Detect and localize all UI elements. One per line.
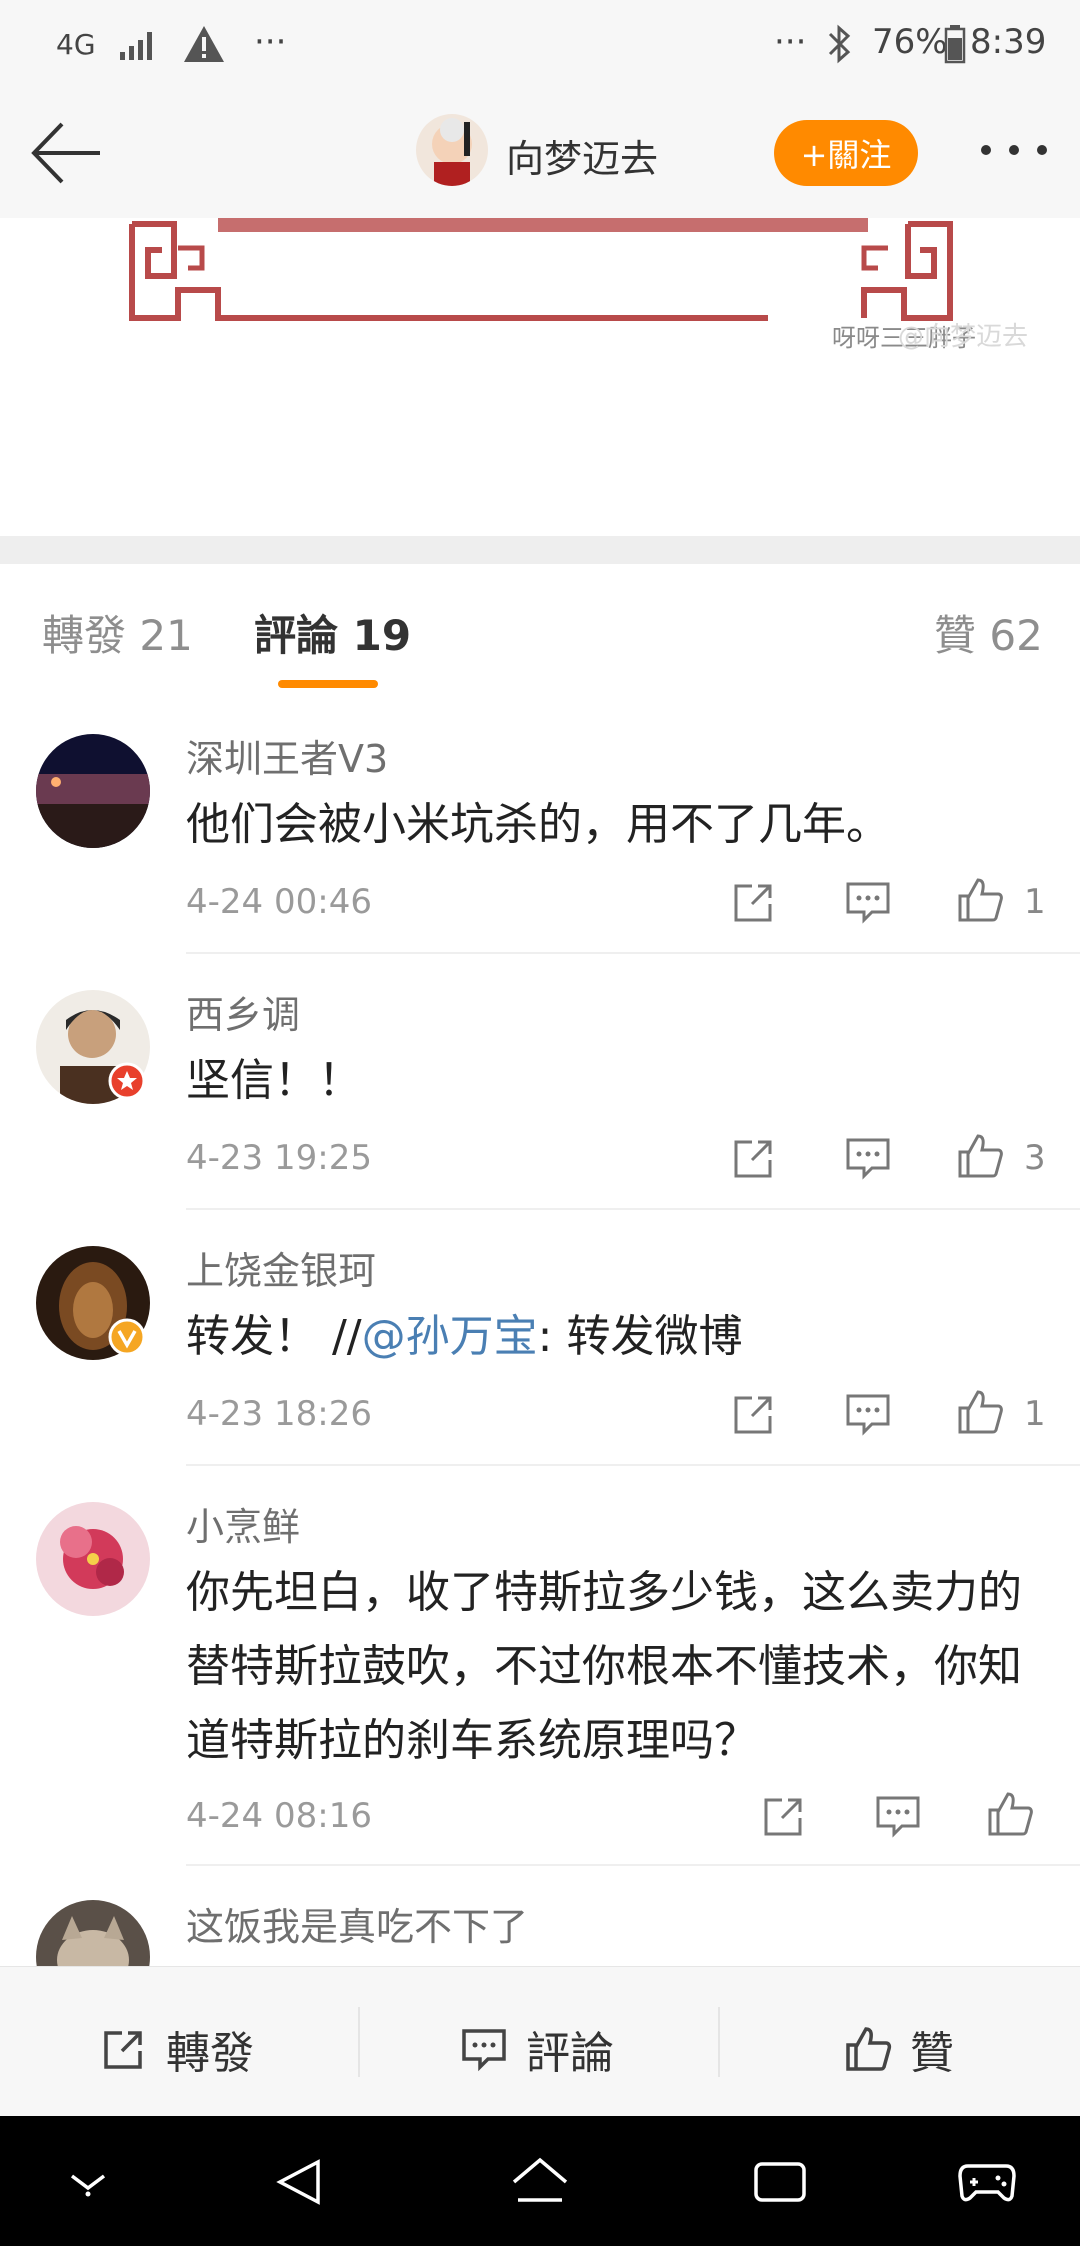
commenter-name[interactable]: 西乡调 (186, 984, 300, 1039)
decorative-border-image (128, 218, 954, 321)
bluetooth-icon (828, 24, 851, 64)
author-name[interactable]: 向梦迈去 (506, 128, 658, 183)
comment-time: 4-24 00:46 (186, 882, 372, 922)
reply-icon[interactable] (844, 1134, 892, 1182)
follow-button[interactable]: +關注 (774, 120, 918, 186)
thumbs-up-icon[interactable] (956, 876, 1004, 924)
thumbs-up-icon (846, 2027, 892, 2071)
status-bar: 4G ··· ··· 76% 8:39 (0, 0, 1080, 90)
commenter-avatar[interactable] (36, 1900, 150, 1966)
commenter-avatar[interactable] (36, 734, 150, 848)
battery-icon (944, 25, 966, 64)
back-nav-icon[interactable] (274, 2156, 326, 2208)
bottom-action-bar: 轉發 評論 贊 (0, 1966, 1080, 2117)
tab-comments[interactable]: 評論 19 (254, 602, 411, 663)
status-more-left: ··· (254, 22, 287, 62)
reply-icon[interactable] (844, 878, 892, 926)
comment-time: 4-23 19:25 (186, 1138, 372, 1178)
repost-label: 轉發 (166, 2028, 254, 2079)
repost-icon[interactable] (730, 1390, 778, 1438)
feedback-tabs: 轉發 21 評論 19 贊 62 (0, 564, 1080, 699)
like-count: 1 (1024, 1394, 1046, 1434)
like-count: 1 (1024, 882, 1046, 922)
status-more-right: ··· (774, 22, 807, 62)
top-navigation-bar: 向梦迈去 +關注 (0, 90, 1080, 219)
section-divider (0, 536, 1080, 564)
tab-likes[interactable]: 贊 62 (934, 602, 1043, 663)
thumbs-up-icon[interactable] (986, 1790, 1034, 1838)
comment-text: 你先坦白，收了特斯拉多少钱，这么卖力的替特斯拉鼓吹，不过你根本不懂技术，你知道特… (186, 1567, 1022, 1766)
comment-text: 转发！ //@孙万宝: 转发微博 (186, 1300, 1056, 1374)
verified-yellow-badge-icon (108, 1318, 146, 1356)
like-button[interactable]: 贊 (844, 2017, 954, 2081)
post-image[interactable]: 呀呀三三胖子 @向梦迈去 (0, 218, 1080, 536)
thumbs-up-icon[interactable] (956, 1132, 1004, 1180)
clock: 8:39 (970, 22, 1047, 62)
game-controller-icon[interactable] (956, 2156, 1018, 2208)
like-label: 贊 (910, 2028, 954, 2079)
tab-reposts[interactable]: 轉發 21 (42, 602, 193, 663)
action-separator (718, 2007, 720, 2077)
home-nav-icon[interactable] (510, 2156, 570, 2208)
comment-item[interactable]: 深圳王者V3 他们会被小米坑杀的，用不了几年。 4-24 00:46 1 (0, 698, 1080, 954)
comment-item[interactable]: 这饭我是真吃不下了 (0, 1866, 1080, 1966)
like-count: 3 (1024, 1138, 1046, 1178)
comment-text: 坚信！！ (186, 1055, 362, 1106)
comment-time: 4-23 18:26 (186, 1394, 372, 1434)
comment-label: 評論 (526, 2028, 614, 2079)
comment-item[interactable]: 小烹鲜 你先坦白，收了特斯拉多少钱，这么卖力的替特斯拉鼓吹，不过你根本不懂技术，… (0, 1466, 1080, 1866)
comment-time: 4-24 08:16 (186, 1796, 372, 1836)
comment-text-suffix: : 转发微博 (537, 1311, 743, 1362)
more-options-icon[interactable] (976, 140, 1052, 160)
commenter-name[interactable]: 这饭我是真吃不下了 (186, 1896, 528, 1951)
commenter-name[interactable]: 小烹鲜 (186, 1496, 300, 1551)
system-navigation-bar (0, 2116, 1080, 2246)
comment-text-prefix: 转发！ // (186, 1311, 362, 1362)
comment-button[interactable]: 評論 (460, 2017, 614, 2081)
commenter-name[interactable]: 上饶金银珂 (186, 1240, 376, 1295)
active-tab-indicator (278, 680, 378, 688)
mention-link[interactable]: @孙万宝 (362, 1311, 538, 1362)
comment-item[interactable]: 上饶金银珂 转发！ //@孙万宝: 转发微博 4-23 18:26 1 (0, 1210, 1080, 1466)
warning-icon (184, 26, 224, 62)
repost-icon[interactable] (730, 878, 778, 926)
author-avatar[interactable] (416, 114, 488, 186)
commenter-name[interactable]: 深圳王者V3 (186, 728, 388, 783)
commenter-avatar[interactable] (36, 1502, 150, 1616)
collapse-chevron-icon[interactable] (66, 2168, 110, 2198)
repost-icon (104, 2031, 142, 2069)
signal-icon (120, 32, 152, 60)
comment-text: 他们会被小米坑杀的，用不了几年。 (186, 799, 890, 850)
comment-item[interactable]: 西乡调 坚信！！ 4-23 19:25 3 (0, 954, 1080, 1210)
recents-nav-icon[interactable] (752, 2156, 808, 2208)
network-indicator: 4G (56, 28, 96, 61)
repost-button[interactable]: 轉發 (100, 2017, 254, 2081)
action-separator (358, 2007, 360, 2077)
reply-icon[interactable] (844, 1390, 892, 1438)
reply-icon[interactable] (874, 1792, 922, 1840)
thumbs-up-icon[interactable] (956, 1388, 1004, 1436)
repost-icon[interactable] (760, 1792, 808, 1840)
back-arrow-icon[interactable] (28, 120, 104, 186)
image-watermark-2: @向梦迈去 (898, 322, 1029, 352)
battery-percent: 76% (872, 22, 948, 62)
verified-red-badge-icon (108, 1062, 146, 1100)
repost-icon[interactable] (730, 1134, 778, 1182)
comment-icon (462, 2029, 506, 2072)
